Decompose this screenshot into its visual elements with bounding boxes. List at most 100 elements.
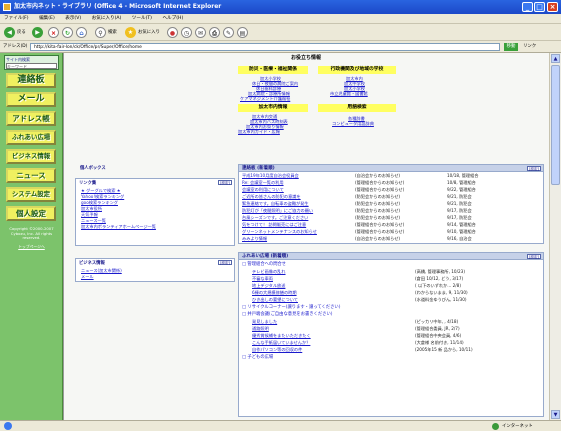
media-icon[interactable]: ●	[167, 27, 178, 38]
forum-topic-meta: (大倉様 名前付き, 11/14)	[415, 340, 464, 345]
minimize-button[interactable]: _	[522, 2, 533, 12]
personal-link[interactable]: Yahoo!検索ランキング	[81, 194, 124, 199]
forum-topic-meta: (ピッカリ中年, , 4/18)	[415, 319, 459, 324]
notice-source: (管理組合からのお知らせ)	[355, 229, 405, 234]
forward-arrow-icon[interactable]: ▶	[32, 27, 43, 38]
info-link[interactable]: 加太市内ガイド・広報	[238, 129, 280, 134]
notice-title[interactable]: 平成19年10月度自治会役員会	[242, 173, 299, 178]
forum-topic[interactable]: こんな手紙届いていませんか？	[252, 340, 310, 345]
scroll-thumb[interactable]	[551, 65, 560, 185]
notice-source: (防犯会からのお知らせ)	[355, 201, 401, 206]
nav-system-settings[interactable]: システム設定	[6, 187, 56, 202]
back-arrow-icon[interactable]: ◀	[4, 27, 15, 38]
notice-title[interactable]: 台風シーズンです。ご注意ください	[242, 215, 308, 220]
site-search-box: サイト内検索 キーワード	[4, 55, 59, 70]
business-link[interactable]: ニュース(加太市関係)	[81, 268, 122, 273]
forum-settings-button[interactable]: [設定]	[527, 254, 541, 259]
close-button[interactable]: ×	[547, 2, 558, 12]
links-settings-button[interactable]: [設定]	[218, 180, 232, 185]
info-link[interactable]: ケアマネジメント介護福祉	[240, 96, 290, 101]
forum-category[interactable]: □ リサイクルコーナー(譲ります・譲ってください)	[242, 305, 340, 310]
personal-link[interactable]: ★ グーグルで検索 ★	[81, 188, 120, 193]
notice-date: 9/10, 管理組合	[447, 229, 476, 234]
page-title: お役立ち情報	[290, 55, 321, 61]
menu-view[interactable]: 表示(V)	[65, 16, 81, 21]
favorites-label[interactable]: お気に入り	[138, 27, 162, 38]
mail-icon[interactable]: ✉	[195, 27, 206, 38]
personal-link[interactable]: 天気予報	[81, 212, 98, 217]
nav-news[interactable]: ニュース	[6, 168, 56, 183]
notice-title[interactable]: 緊急連絡です。自転車の盗難が発生	[242, 201, 309, 206]
notice-title[interactable]: みみより情報	[242, 236, 267, 241]
notice-title[interactable]: 防犯灯が「夜間照明」にご協力の願い	[242, 208, 313, 213]
page-status-icon	[4, 422, 12, 430]
personal-link[interactable]: goo検索ランキング	[81, 200, 118, 205]
go-button[interactable]: 移動	[504, 43, 518, 51]
forum-topic[interactable]: 通路照明	[252, 326, 269, 331]
personal-link[interactable]: 加太市内ボランティアホームページ一覧	[81, 224, 156, 229]
nav-business-info[interactable]: ビジネス情報	[6, 149, 56, 164]
forum-topic[interactable]: 自作パソコン等の回収の件	[252, 347, 302, 352]
notice-date: 9/22, 管理組合	[447, 187, 476, 192]
vertical-scrollbar[interactable]: ▲ ▼	[549, 53, 561, 420]
forum-topic[interactable]: 不審な車両	[252, 276, 273, 281]
personal-link[interactable]: 加太市役所	[81, 206, 102, 211]
nav-address-book[interactable]: アドレス帳	[6, 111, 56, 126]
business-settings-button[interactable]: [設定]	[218, 260, 232, 265]
forum-category[interactable]: □ 井戸端会議(ご自由な意見をお書きください)	[242, 312, 332, 317]
search-icon[interactable]: ⚲	[95, 27, 106, 38]
notice-settings-button[interactable]: [設定]	[527, 166, 541, 171]
notice-source: (管理組合からのお知らせ)	[355, 187, 405, 192]
menu-favorites[interactable]: お気に入り(A)	[92, 16, 122, 21]
home-icon[interactable]: ⌂	[76, 27, 87, 38]
forum-topic[interactable]: 発見しました	[252, 319, 277, 324]
edit-icon[interactable]: ✎	[223, 27, 234, 38]
favorites-star-icon[interactable]: ★	[125, 27, 136, 38]
maximize-button[interactable]: □	[534, 2, 545, 12]
search-label[interactable]: 検索	[108, 27, 120, 38]
personal-link[interactable]: ニュース一覧	[81, 218, 106, 223]
notice-title[interactable]: ご近所の皆さんの防犯の意識を	[242, 194, 301, 199]
forum-topic[interactable]: 優秀賞候補をまたいただきたく	[252, 333, 311, 338]
notice-title[interactable]: グリーンネットメンテナンスのお知らせ	[242, 229, 317, 234]
forum-topic[interactable]: 6棟の大規模修繕の時期	[252, 290, 297, 295]
nav-notice-board[interactable]: 連絡板	[6, 73, 56, 88]
back-label[interactable]: 戻る	[17, 27, 29, 38]
menu-edit[interactable]: 編集(E)	[39, 16, 55, 21]
history-icon[interactable]: ◷	[181, 27, 192, 38]
notice-title[interactable]: Re: 会議室一覧の利用	[242, 180, 284, 185]
top-page-link[interactable]: トップページへ	[4, 244, 59, 250]
nav-mail[interactable]: メール	[6, 92, 56, 107]
forum-topic[interactable]: テレビ画像の乱れ	[252, 269, 286, 274]
menu-file[interactable]: ファイル(F)	[4, 16, 29, 21]
notice-source: (防犯会からのお知らせ)	[355, 194, 401, 199]
forum-category[interactable]: □ 子どもの広場	[242, 355, 273, 360]
menu-help[interactable]: ヘルプ(H)	[162, 16, 183, 21]
address-input[interactable]: http://kita-fair-lon/ck/Office/pr/Super/…	[30, 43, 500, 51]
links-label[interactable]: リンク	[523, 41, 536, 53]
info-link[interactable]: 市立児童館・図書館	[330, 91, 368, 96]
refresh-icon[interactable]: ↻	[62, 27, 73, 38]
business-link[interactable]: メール	[81, 274, 94, 279]
notice-title[interactable]: 会議室の利用について	[242, 187, 284, 192]
nav-forum[interactable]: ふれあい広場	[6, 130, 56, 145]
discuss-icon[interactable]: ▤	[237, 27, 248, 38]
scroll-down-icon[interactable]: ▼	[551, 410, 560, 419]
forum-topic-meta: (倉田 10/12, どう, 3/17)	[415, 276, 464, 281]
print-icon[interactable]: ⎙	[209, 27, 220, 38]
forum-topic[interactable]: ひき出しの要望について	[252, 297, 298, 302]
scroll-up-icon[interactable]: ▲	[551, 54, 560, 63]
notice-title[interactable]: 気をつけて！ 訪問販売にはご注意	[242, 222, 306, 227]
forum-topic[interactable]: 地上デジタル放送	[252, 283, 285, 288]
notice-source: (管理組合からのお知らせ)	[355, 180, 405, 185]
stop-icon[interactable]: ×	[48, 27, 59, 38]
site-search-input[interactable]: キーワード	[6, 63, 57, 69]
nav-personal-settings[interactable]: 個人設定	[6, 206, 56, 221]
toolbar: ◀ 戻る ▶ × ↻ ⌂ ⚲ 検索 ★ お気に入り ● ◷ ✉ ⎙ ✎ ▤	[0, 24, 561, 41]
forum-category[interactable]: □ 管理組合への問合せ	[242, 262, 286, 267]
menu-tools[interactable]: ツール(T)	[132, 16, 152, 21]
notice-board-header: 連絡板 (新着順)	[239, 165, 543, 172]
notice-date: 9/16, 自治会	[447, 236, 472, 241]
info-link[interactable]: コンピュータ用語辞典	[332, 121, 374, 126]
forum-topic-meta: (2005年15 新 品から, 10/11)	[415, 347, 473, 352]
